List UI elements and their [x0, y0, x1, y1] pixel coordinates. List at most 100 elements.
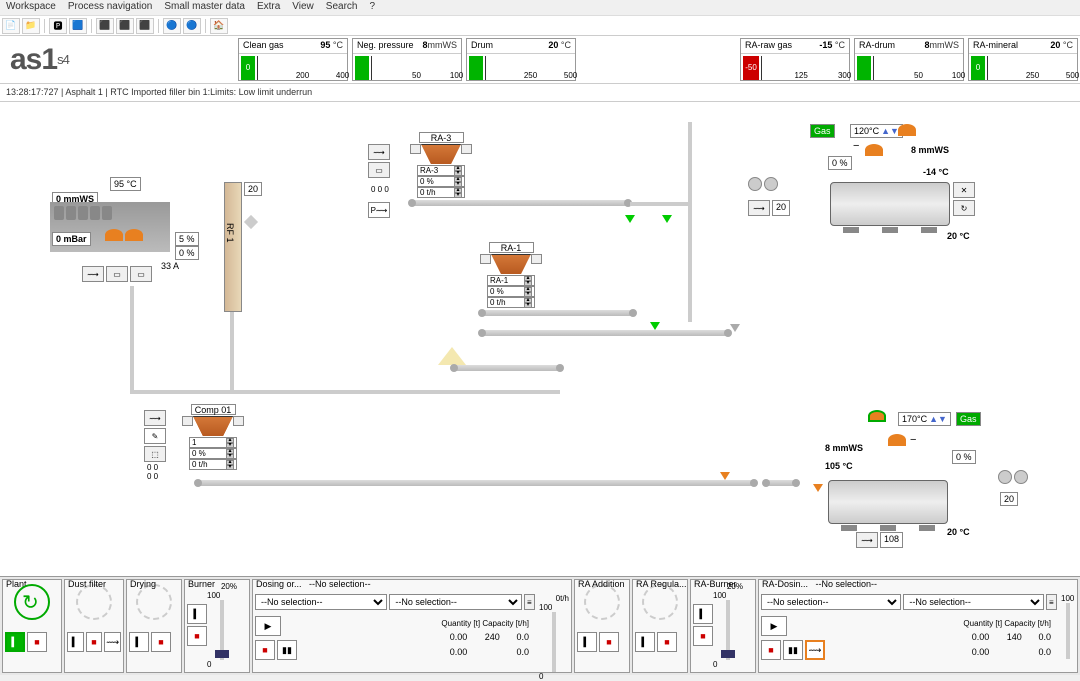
val-input[interactable]: 20	[1000, 492, 1018, 506]
stop-button[interactable]: ■	[693, 626, 713, 646]
control-button[interactable]: ⟿	[748, 200, 770, 216]
tool-button[interactable]: ▭	[368, 162, 390, 178]
hopper-pct[interactable]: 0 %▴▾	[487, 286, 535, 297]
tool-icon[interactable]: 🔵	[163, 18, 181, 34]
stop-button[interactable]: ■	[761, 640, 781, 660]
dosing-slider[interactable]: 0t/h 100 0	[539, 594, 569, 664]
hopper-rate[interactable]: 0 t/h▴▾	[487, 297, 535, 308]
play-button[interactable]: ▶	[255, 616, 281, 636]
pct-readout[interactable]: 0 %	[952, 450, 976, 464]
gas-indicator[interactable]: Gas	[810, 124, 835, 138]
hopper-RA-3[interactable]: RA-3 RA-3▴▾ 0 %▴▾ 0 t/h▴▾	[410, 132, 472, 198]
stop-button[interactable]: ■	[255, 640, 275, 660]
tool-icon[interactable]: ⬛	[116, 18, 134, 34]
menu-workspace[interactable]: Workspace	[6, 1, 56, 14]
temp-setpoint[interactable]: 120°C▲▼	[850, 124, 903, 138]
ra-dosing-slider[interactable]: 100	[1061, 594, 1075, 664]
tool-icon[interactable]: 🏠	[210, 18, 228, 34]
stop-button[interactable]: ■	[599, 632, 619, 652]
tool-icon[interactable]: 🔵	[183, 18, 201, 34]
main-drum[interactable]	[828, 480, 948, 524]
plant-onoff[interactable]	[14, 584, 50, 620]
menu-extra[interactable]: Extra	[257, 1, 280, 14]
run-button[interactable]: ▍	[577, 632, 597, 652]
hopper-pct[interactable]: 0 %▴▾	[417, 176, 465, 187]
control-button[interactable]: ⟿	[856, 532, 878, 548]
hopper-Comp 01[interactable]: Comp 01 1▴▾ 0 %▴▾ 0 t/h▴▾	[182, 404, 244, 470]
run-button[interactable]: ▍	[693, 604, 713, 624]
ra-reg-onoff[interactable]	[642, 584, 678, 620]
ra-drum[interactable]	[830, 182, 950, 226]
hopper-button[interactable]	[233, 416, 244, 426]
drying-onoff[interactable]	[136, 584, 172, 620]
tool-button[interactable]: ✎	[144, 428, 166, 444]
hopper-RA-1[interactable]: RA-1 RA-1▴▾ 0 %▴▾ 0 t/h▴▾	[480, 242, 542, 308]
tool-icon[interactable]: 📁	[22, 18, 40, 34]
ra-add-onoff[interactable]	[584, 584, 620, 620]
val-input[interactable]: 108	[880, 532, 903, 548]
valve-icon[interactable]	[244, 215, 258, 229]
tool-icon[interactable]: 📄	[2, 18, 20, 34]
burner-slider[interactable]: 20% 100 0	[207, 582, 237, 652]
tool-icon[interactable]: 🟦	[69, 18, 87, 34]
motor-icon[interactable]	[748, 177, 762, 191]
pause-button[interactable]: ▮▮	[277, 640, 297, 660]
hopper-pct[interactable]: 0 %▴▾	[189, 448, 237, 459]
hopper-button[interactable]	[182, 416, 193, 426]
tool-icon[interactable]: 🅿	[49, 18, 67, 34]
menu-search[interactable]: Search	[326, 1, 358, 14]
control-button[interactable]: ▭	[130, 266, 152, 282]
tool-icon[interactable]: ⬛	[96, 18, 114, 34]
pct-readout[interactable]: 0 %	[175, 246, 199, 260]
stop-button[interactable]: ■	[86, 632, 103, 652]
gas-indicator[interactable]: Gas	[956, 412, 981, 426]
stop-button[interactable]: ■	[27, 632, 47, 652]
control-button[interactable]: ⟿	[82, 266, 104, 282]
menu-process-nav[interactable]: Process navigation	[68, 1, 153, 14]
stop-button[interactable]: ■	[187, 626, 207, 646]
reset-button[interactable]: ✕	[953, 182, 975, 198]
pct-readout[interactable]: 5 %	[175, 232, 199, 246]
tool-button[interactable]: ⟿	[144, 410, 166, 426]
menu-help[interactable]: ?	[369, 1, 375, 14]
run-button[interactable]: ▍	[187, 604, 207, 624]
aux-button[interactable]: ≡	[1046, 594, 1057, 610]
hopper-button[interactable]	[461, 144, 472, 154]
hopper-button[interactable]	[480, 254, 491, 264]
run-button[interactable]: ▍	[635, 632, 655, 652]
aux-button[interactable]: ≡	[524, 594, 535, 610]
hopper-rate[interactable]: 0 t/h▴▾	[417, 187, 465, 198]
tool-button[interactable]: ⟿	[368, 144, 390, 160]
tool-button[interactable]: ⬚	[144, 446, 166, 462]
menu-small-master[interactable]: Small master data	[164, 1, 245, 14]
run-button[interactable]: ▍	[67, 632, 84, 652]
motor-icon[interactable]	[998, 470, 1012, 484]
dosing-select-1[interactable]: --No selection--	[255, 594, 387, 610]
dosing-select-2[interactable]: --No selection--	[389, 594, 521, 610]
refresh-button[interactable]: ↻	[953, 200, 975, 216]
aux-button[interactable]: ⟿	[805, 640, 825, 660]
run-button[interactable]: ▍	[129, 632, 149, 652]
dust-onoff[interactable]	[76, 584, 112, 620]
hopper-button[interactable]	[531, 254, 542, 264]
tool-icon[interactable]: ⬛	[136, 18, 154, 34]
val-input[interactable]: 20	[772, 200, 790, 216]
play-button[interactable]: ▶	[761, 616, 787, 636]
hopper-button[interactable]	[410, 144, 421, 154]
ra-dosing-select-2[interactable]: --No selection--	[903, 594, 1043, 610]
ra-burner-slider[interactable]: 20% 100 0	[713, 582, 743, 652]
tool-button[interactable]: P⟿	[368, 202, 390, 218]
temp-setpoint[interactable]: 170°C▲▼	[898, 412, 951, 426]
stop-button[interactable]: ■	[657, 632, 677, 652]
hopper-rate[interactable]: 0 t/h▴▾	[189, 459, 237, 470]
motor-icon[interactable]	[764, 177, 778, 191]
menu-view[interactable]: View	[292, 1, 314, 14]
motor-icon[interactable]	[1014, 470, 1028, 484]
aux-button[interactable]: ⟿	[104, 632, 121, 652]
stop-button[interactable]: ■	[151, 632, 171, 652]
ra-dosing-select-1[interactable]: --No selection--	[761, 594, 901, 610]
control-button[interactable]: ▭	[106, 266, 128, 282]
pause-button[interactable]: ▮▮	[783, 640, 803, 660]
pct-readout[interactable]: 0 %	[828, 156, 852, 170]
run-button[interactable]: ▍	[5, 632, 25, 652]
